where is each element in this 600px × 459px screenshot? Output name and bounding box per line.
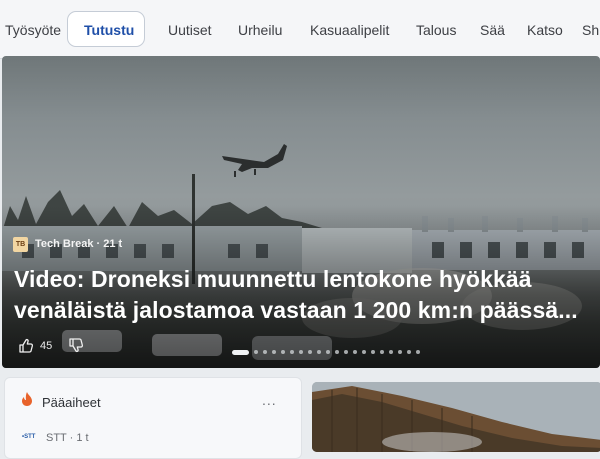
carousel-dot[interactable]	[362, 350, 366, 354]
carousel-dot[interactable]	[290, 350, 294, 354]
carousel-dot[interactable]	[254, 350, 258, 354]
carousel-dot[interactable]	[308, 350, 312, 354]
tab-uutiset[interactable]: Uutiset	[168, 0, 212, 58]
hero-news-card[interactable]: TB Tech Break · 21 t Video: Droneksi muu…	[2, 56, 600, 368]
carousel-dot[interactable]	[398, 350, 402, 354]
dislike-button[interactable]	[68, 337, 84, 358]
carousel-dot[interactable]	[272, 350, 276, 354]
carousel-dot[interactable]	[344, 350, 348, 354]
carousel-dot[interactable]	[416, 350, 420, 354]
thumbs-down-icon	[69, 338, 84, 353]
trending-title: Pääaiheet	[42, 395, 101, 410]
carousel-dot[interactable]	[407, 350, 411, 354]
more-options-button[interactable]: ...	[262, 392, 277, 408]
headline-line-1: Video: Droneksi muunnettu lentokone hyök…	[14, 266, 532, 292]
article-headline[interactable]: Video: Droneksi muunnettu lentokone hyök…	[14, 264, 589, 326]
tab-talous[interactable]: Talous	[416, 0, 456, 58]
tab-urheilu[interactable]: Urheilu	[238, 0, 282, 58]
forest-photo	[312, 382, 600, 452]
carousel-dot[interactable]	[281, 350, 285, 354]
article-source[interactable]: Tech Break · 21 t	[35, 238, 122, 250]
carousel-dot[interactable]	[353, 350, 357, 354]
airplane-drawing	[222, 144, 287, 177]
trending-source: STT · 1 t	[46, 432, 89, 444]
carousel-dot[interactable]	[389, 350, 393, 354]
carousel-dot[interactable]	[335, 350, 339, 354]
carousel-dot[interactable]	[371, 350, 375, 354]
tab-katso[interactable]: Katso	[527, 0, 563, 58]
trending-card[interactable]	[4, 377, 302, 459]
top-navigation-bar: Työsyöte Tutustu Uutiset Urheilu Kasuaal…	[0, 0, 600, 59]
tab-tutustu[interactable]: Tutustu	[84, 0, 134, 58]
photo-news-card[interactable]	[312, 382, 600, 452]
headline-line-2: venäläistä jalostamoa vastaan 1 200 km:n…	[14, 297, 578, 323]
like-button[interactable]: 45	[18, 336, 52, 356]
carousel-dot[interactable]	[326, 350, 330, 354]
stt-logo: •STT	[22, 434, 36, 440]
carousel-dot[interactable]	[317, 350, 321, 354]
carousel-dot[interactable]	[299, 350, 303, 354]
like-count: 45	[40, 340, 53, 352]
carousel-dot-active[interactable]	[232, 349, 249, 355]
carousel-dot[interactable]	[380, 350, 384, 354]
thumbs-up-icon	[19, 338, 34, 353]
tab-saa[interactable]: Sää	[480, 0, 505, 58]
tab-sh[interactable]: Sh	[582, 0, 599, 58]
carousel-dot[interactable]	[263, 350, 267, 354]
tech-break-logo: TB	[13, 237, 28, 252]
tab-tyosyote[interactable]: Työsyöte	[5, 0, 61, 58]
flame-icon	[22, 392, 32, 406]
carousel-indicator[interactable]	[232, 348, 420, 356]
tab-kasuaalipelit[interactable]: Kasuaalipelit	[310, 0, 389, 58]
